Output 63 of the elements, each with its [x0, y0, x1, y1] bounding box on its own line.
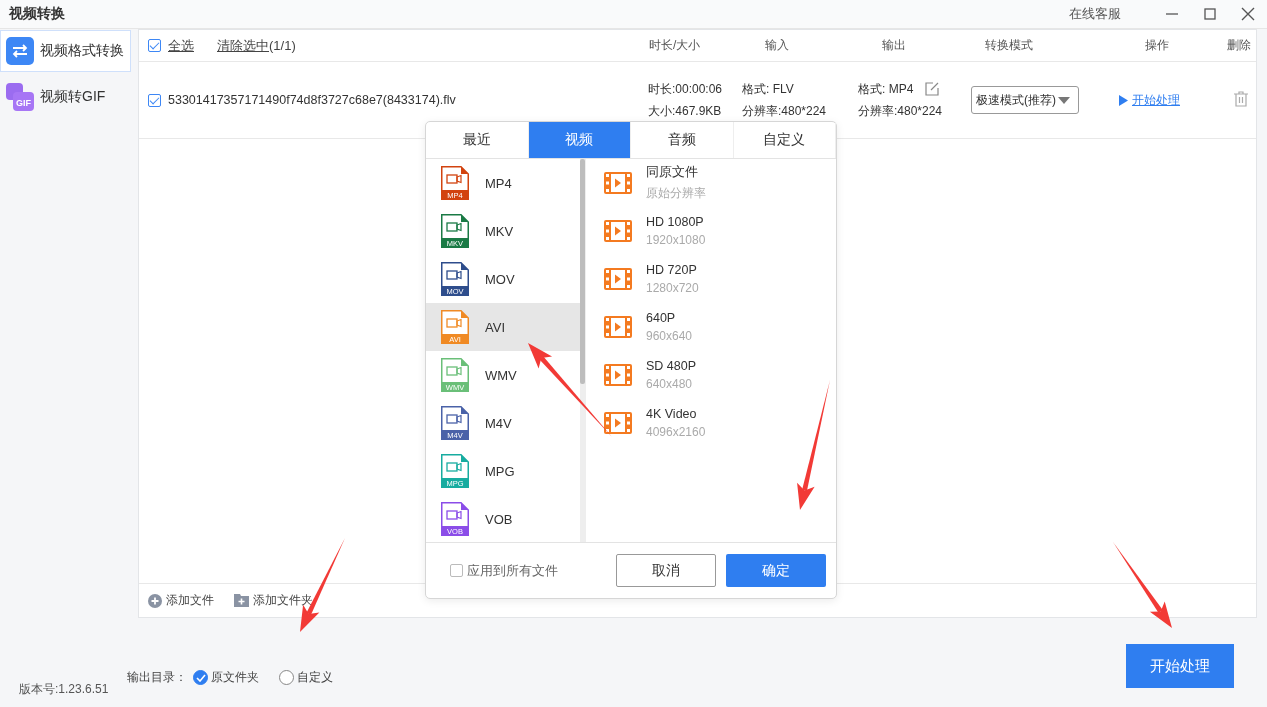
confirm-button[interactable]: 确定: [726, 554, 826, 587]
selection-count: (1/1): [269, 37, 296, 53]
select-all-checkbox[interactable]: [148, 39, 161, 52]
scrollbar-thumb[interactable]: [580, 159, 585, 384]
preset-item[interactable]: SD 480P 640x480: [604, 351, 836, 399]
sidebar-item[interactable]: GIF 视频转GIF: [0, 76, 131, 118]
folder-plus-icon: [234, 594, 249, 607]
radio-label[interactable]: 原文件夹: [211, 669, 259, 686]
preset-item[interactable]: 同原文件 原始分辨率: [604, 159, 836, 207]
column-header: 删除: [1226, 37, 1252, 54]
column-header: 输入: [764, 37, 790, 54]
dropdown-caret-icon: [1058, 96, 1070, 104]
column-header: 输出: [881, 37, 907, 54]
output-resolution-text: 分辨率:480*224: [858, 102, 944, 120]
sidebar-item[interactable]: 视频格式转换: [0, 30, 131, 72]
mode-dropdown[interactable]: 极速模式(推荐): [971, 86, 1079, 114]
row-checkbox[interactable]: [148, 93, 161, 107]
apply-all-label[interactable]: 应用到所有文件: [467, 561, 558, 580]
film-play-icon: [604, 172, 632, 194]
preset-item[interactable]: HD 720P 1280x720: [604, 255, 836, 303]
preset-item[interactable]: HD 1080P 1920x1080: [604, 207, 836, 255]
preset-item[interactable]: 4K Video 4096x2160: [604, 399, 836, 447]
column-header: 操作: [1144, 37, 1170, 54]
apply-all-checkbox[interactable]: [450, 564, 463, 577]
start-processing-link[interactable]: 开始处理: [1132, 91, 1180, 109]
start-processing-button[interactable]: 开始处理: [1126, 644, 1234, 688]
duration-text: 时长:00:00:06: [648, 80, 724, 98]
format-tab[interactable]: 自定义: [733, 122, 836, 158]
size-text: 大小:467.9KB: [648, 102, 723, 120]
film-play-icon: [604, 268, 632, 290]
preset-item[interactable]: 640P 960x640: [604, 303, 836, 351]
input-resolution-text: 分辨率:480*224: [742, 102, 828, 120]
cancel-button[interactable]: 取消: [616, 554, 716, 587]
version-text: 版本号:1.23.6.51: [18, 681, 110, 698]
format-tab[interactable]: 最近: [426, 122, 529, 158]
trash-icon[interactable]: [1233, 90, 1249, 107]
column-header: 转换模式: [984, 37, 1034, 54]
film-play-icon: [604, 220, 632, 242]
clear-selection-link[interactable]: 清除选中: [217, 37, 269, 53]
online-service-link[interactable]: 在线客服: [1069, 5, 1121, 23]
film-play-icon: [604, 316, 632, 338]
radio-label[interactable]: 自定义: [297, 669, 333, 686]
select-all-link[interactable]: 全选: [168, 36, 194, 55]
add-folder-button[interactable]: 添加文件夹: [234, 592, 313, 609]
output-format-text: 格式: MP4: [858, 80, 914, 98]
radio-button[interactable]: [279, 670, 294, 685]
window-title: 视频转换: [9, 5, 65, 23]
radio-button[interactable]: [193, 670, 208, 685]
format-tab[interactable]: 音频: [631, 122, 734, 158]
output-dir-label: 输出目录：: [127, 669, 187, 686]
edit-icon[interactable]: [925, 82, 940, 96]
film-play-icon: [604, 412, 632, 434]
input-format-text: 格式: FLV: [742, 80, 795, 98]
column-header: 时长/大小: [648, 37, 702, 54]
file-name: 53301417357171490f74d8f3727c68e7(8433174).flv: [168, 93, 456, 107]
film-play-icon: [604, 364, 632, 386]
close-icon[interactable]: [1241, 7, 1255, 21]
add-file-button[interactable]: 添加文件: [148, 592, 214, 609]
play-icon: [1119, 94, 1128, 106]
format-tab[interactable]: 视频: [528, 122, 631, 158]
swap-arrows-icon: [6, 37, 34, 65]
plus-circle-icon: [148, 593, 162, 608]
maximize-icon[interactable]: [1203, 7, 1217, 21]
